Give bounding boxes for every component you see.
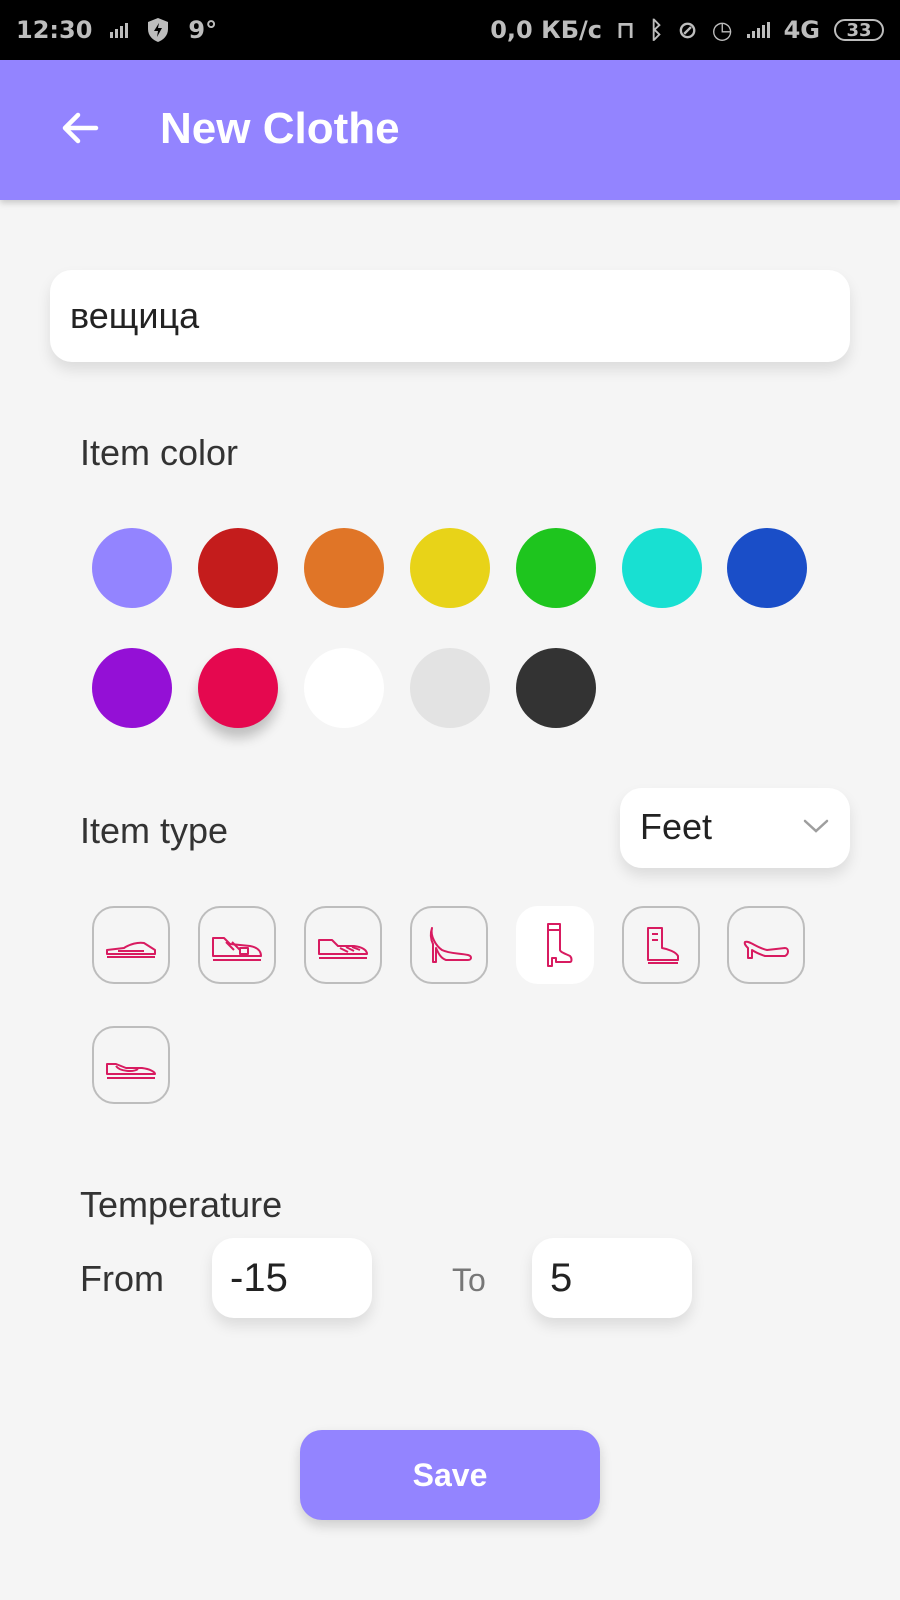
battery-level: 33 xyxy=(846,19,872,41)
item-name-input[interactable] xyxy=(50,270,810,362)
slip-on-icon xyxy=(106,1063,156,1079)
color-swatch-orange[interactable] xyxy=(304,528,384,608)
page-title: New Clothe xyxy=(160,104,400,153)
status-time: 12:30 xyxy=(16,16,93,44)
item-color-label: Item color xyxy=(80,432,239,473)
flat-shoe-icon xyxy=(106,941,156,958)
chevron-down-icon xyxy=(803,819,829,833)
strap-sneaker-icon xyxy=(212,937,262,961)
headphones-icon: ⊓ xyxy=(616,16,636,44)
shoe-type-slip-on-button[interactable] xyxy=(92,1026,170,1104)
signal-icon xyxy=(110,22,129,38)
shoe-type-flat-button[interactable] xyxy=(92,906,170,984)
item-type-label: Item type xyxy=(80,810,229,851)
item-category-value: Feet xyxy=(640,806,713,847)
alarm-icon: ◷ xyxy=(711,16,733,44)
temperature-label: Temperature xyxy=(80,1184,283,1225)
color-swatch-charcoal[interactable] xyxy=(516,648,596,728)
battery-icon: 33 xyxy=(834,19,884,41)
item-category-select[interactable]: Feet xyxy=(620,788,850,868)
cell-signal-icon xyxy=(746,22,770,38)
shoe-type-strap-sneaker-button[interactable] xyxy=(198,906,276,984)
color-swatch-purple[interactable] xyxy=(92,648,172,728)
color-swatch-pink[interactable] xyxy=(198,648,278,728)
shield-icon xyxy=(148,18,169,42)
status-network-speed: 0,0 КБ/с xyxy=(490,16,603,44)
temperature-to-input[interactable] xyxy=(532,1238,690,1318)
bluetooth-icon: ᛒ xyxy=(649,16,664,44)
color-swatch-lavender[interactable] xyxy=(92,528,172,608)
boot-icon xyxy=(547,923,573,967)
temperature-from-card xyxy=(212,1238,372,1318)
mute-icon: ⊘ xyxy=(677,16,698,44)
color-swatch-yellow[interactable] xyxy=(410,528,490,608)
status-temperature: 9° xyxy=(188,16,218,44)
arrow-left-icon[interactable] xyxy=(56,104,104,152)
save-button[interactable]: Save xyxy=(300,1430,600,1520)
color-swatch-cyan[interactable] xyxy=(622,528,702,608)
ankle-boot-icon xyxy=(647,927,679,964)
color-swatch-red[interactable] xyxy=(198,528,278,608)
shoe-type-low-heel-button[interactable] xyxy=(727,906,805,984)
shoe-type-high-heel-button[interactable] xyxy=(410,906,488,984)
app-bar: New Clothe xyxy=(0,60,900,200)
temperature-to-card xyxy=(532,1238,692,1318)
shoe-type-boot-button[interactable] xyxy=(516,906,594,984)
running-shoe-icon xyxy=(318,939,368,959)
temperature-to-label: To xyxy=(452,1262,486,1298)
temperature-from-input[interactable] xyxy=(212,1238,370,1318)
status-bar: 12:30 9° 0,0 КБ/с ⊓ ᛒ ⊘ ◷ 4G 33 xyxy=(0,0,900,60)
status-network-type: 4G xyxy=(783,16,820,44)
name-field-card xyxy=(50,270,850,362)
color-swatch-green[interactable] xyxy=(516,528,596,608)
temperature-from-label: From xyxy=(80,1258,164,1299)
low-heel-icon xyxy=(743,940,789,959)
high-heel-icon xyxy=(429,927,472,963)
color-swatch-white[interactable] xyxy=(304,648,384,728)
shoe-type-ankle-boot-button[interactable] xyxy=(622,906,700,984)
color-swatch-blue[interactable] xyxy=(727,528,807,608)
shoe-type-running-shoe-button[interactable] xyxy=(304,906,382,984)
color-swatch-light-gray[interactable] xyxy=(410,648,490,728)
